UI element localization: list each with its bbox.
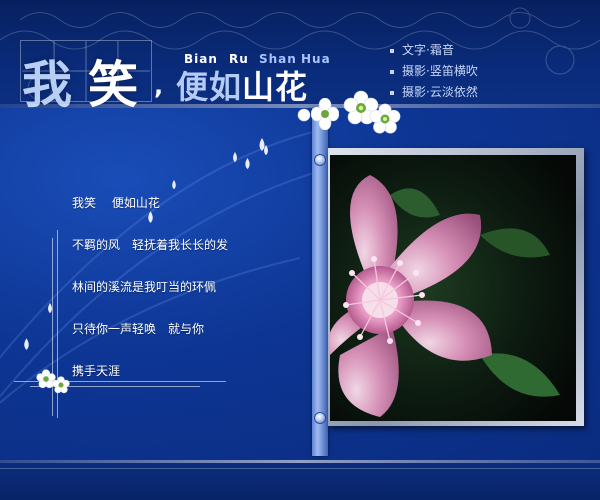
poem-line-4: 只待你一声轻唤 就与你 — [72, 322, 205, 336]
white-blossom-icon — [369, 103, 401, 134]
pole-knob-icon — [314, 154, 326, 166]
credit-row: 摄影·竖笛横吹 — [390, 61, 478, 82]
title-char-1: 我 — [22, 56, 72, 108]
poem-line-3: 林间的溪流是我叮当的环佩 — [72, 280, 217, 294]
center-pole — [312, 108, 328, 456]
white-blossom-icon — [311, 98, 339, 130]
credit-text: 摄影·竖笛横吹 — [402, 64, 478, 78]
footer — [0, 460, 600, 500]
credit-text: 文字·霜音 — [402, 43, 454, 57]
footer-divider — [0, 460, 600, 463]
header: 我 笑 , Bian Ru Shan Hua 便如山花 文字·霜音 摄影·竖笛横… — [0, 0, 600, 108]
water-drop-icon — [245, 158, 250, 170]
flower-image — [330, 155, 576, 421]
water-drop-icon — [148, 211, 153, 223]
bullet-icon — [390, 90, 394, 95]
poem-line-5: 携手天涯 — [72, 364, 121, 378]
page: 我 笑 , Bian Ru Shan Hua 便如山花 文字·霜音 摄影·竖笛横… — [0, 0, 600, 500]
subtitle-char-2: 如 — [209, 68, 243, 106]
water-drop-icon — [24, 338, 29, 350]
footer-divider-thin — [0, 468, 600, 469]
subtitle: 便如山花 — [176, 62, 308, 108]
poem-line-1: 我笑 便如山花 — [72, 196, 160, 210]
pole-knob-icon — [314, 412, 326, 424]
white-blossom-icon — [297, 108, 311, 122]
water-drop-icon — [172, 180, 176, 190]
title-char-2: 笑 — [88, 56, 138, 108]
water-drop-icon — [233, 152, 237, 163]
flower-photo — [330, 155, 576, 421]
bullet-icon — [390, 69, 394, 74]
water-drop-icon — [48, 303, 52, 314]
poem-line-2: 不羁的风 轻抚着我长长的发 — [72, 238, 229, 252]
white-blossom-icon — [52, 376, 70, 394]
water-drop-icon — [264, 145, 268, 156]
subtitle-char-1: 便 — [176, 68, 210, 106]
credit-row: 摄影·云淡依然 — [390, 82, 478, 103]
subtitle-char-4: 花 — [275, 68, 309, 106]
title-punct: , — [154, 72, 164, 100]
subtitle-char-3: 山 — [242, 68, 276, 106]
credits: 文字·霜音 摄影·竖笛横吹 摄影·云淡依然 — [390, 40, 478, 103]
credit-row: 文字·霜音 — [390, 40, 478, 61]
credit-text: 摄影·云淡依然 — [402, 85, 478, 99]
bullet-icon — [390, 48, 394, 53]
